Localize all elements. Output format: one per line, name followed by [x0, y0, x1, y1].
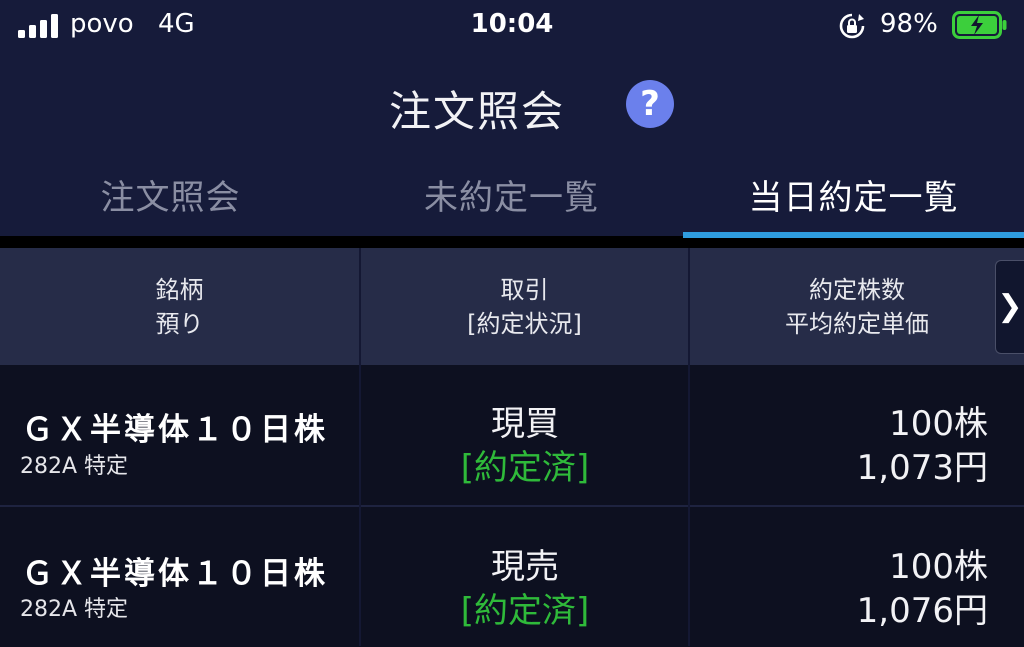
status-time: 10:04: [470, 9, 554, 39]
trade-type: 現買: [491, 404, 559, 444]
column-separator: [359, 248, 361, 646]
page-title-text: 注文照会: [388, 87, 565, 136]
column-header-execution: 約定株数 平均約定単価: [690, 248, 1024, 365]
stock-account: 282A 特定: [20, 597, 129, 622]
active-tab-indicator: [683, 232, 1024, 238]
trade-type: 現売: [491, 547, 559, 587]
average-price: 1,076円: [856, 591, 988, 631]
rotation-lock-icon: [839, 13, 865, 39]
battery-percent: 98%: [880, 9, 938, 39]
tab-bar: 注文照会 未約定一覧 当日約定一覧: [0, 158, 1024, 238]
tab-order-inquiry[interactable]: 注文照会: [0, 158, 341, 238]
table-header: 銘柄 預り 取引 [約定状況] 約定株数 平均約定単価: [0, 248, 1024, 365]
battery-charging-icon: [952, 11, 1007, 39]
executed-quantity: 100株: [889, 404, 988, 444]
column-header-execution-line1: 約定株数: [809, 275, 905, 304]
column-header-trade: 取引 [約定状況]: [361, 248, 688, 365]
column-header-trade-line2: [約定状況]: [467, 309, 582, 338]
tab-today-executed-list[interactable]: 当日約定一覧: [683, 158, 1024, 238]
status-bar: povo 4G 10:04 98%: [0, 0, 1024, 50]
column-header-stock-line1: 銘柄: [155, 275, 204, 304]
stock-name: ＧＸ半導体１０日株: [22, 556, 328, 592]
page-title: 注文照会: [0, 78, 1024, 139]
average-price: 1,073円: [856, 448, 988, 488]
column-header-stock: 銘柄 預り: [0, 248, 359, 365]
tab-unexecuted-list[interactable]: 未約定一覧: [341, 158, 682, 238]
help-icon[interactable]: ?: [626, 80, 674, 128]
column-header-execution-line2: 平均約定単価: [785, 309, 929, 338]
executed-quantity: 100株: [889, 547, 988, 587]
stock-name: ＧＸ半導体１０日株: [22, 412, 328, 448]
column-header-stock-line2: 預り: [155, 309, 204, 338]
scroll-right-arrow-icon[interactable]: ❯: [995, 260, 1024, 354]
execution-status: [約定済]: [460, 591, 590, 631]
column-header-trade-line1: 取引: [500, 275, 549, 304]
stock-account: 282A 特定: [20, 454, 129, 479]
column-separator: [688, 248, 690, 646]
execution-status: [約定済]: [460, 448, 590, 488]
